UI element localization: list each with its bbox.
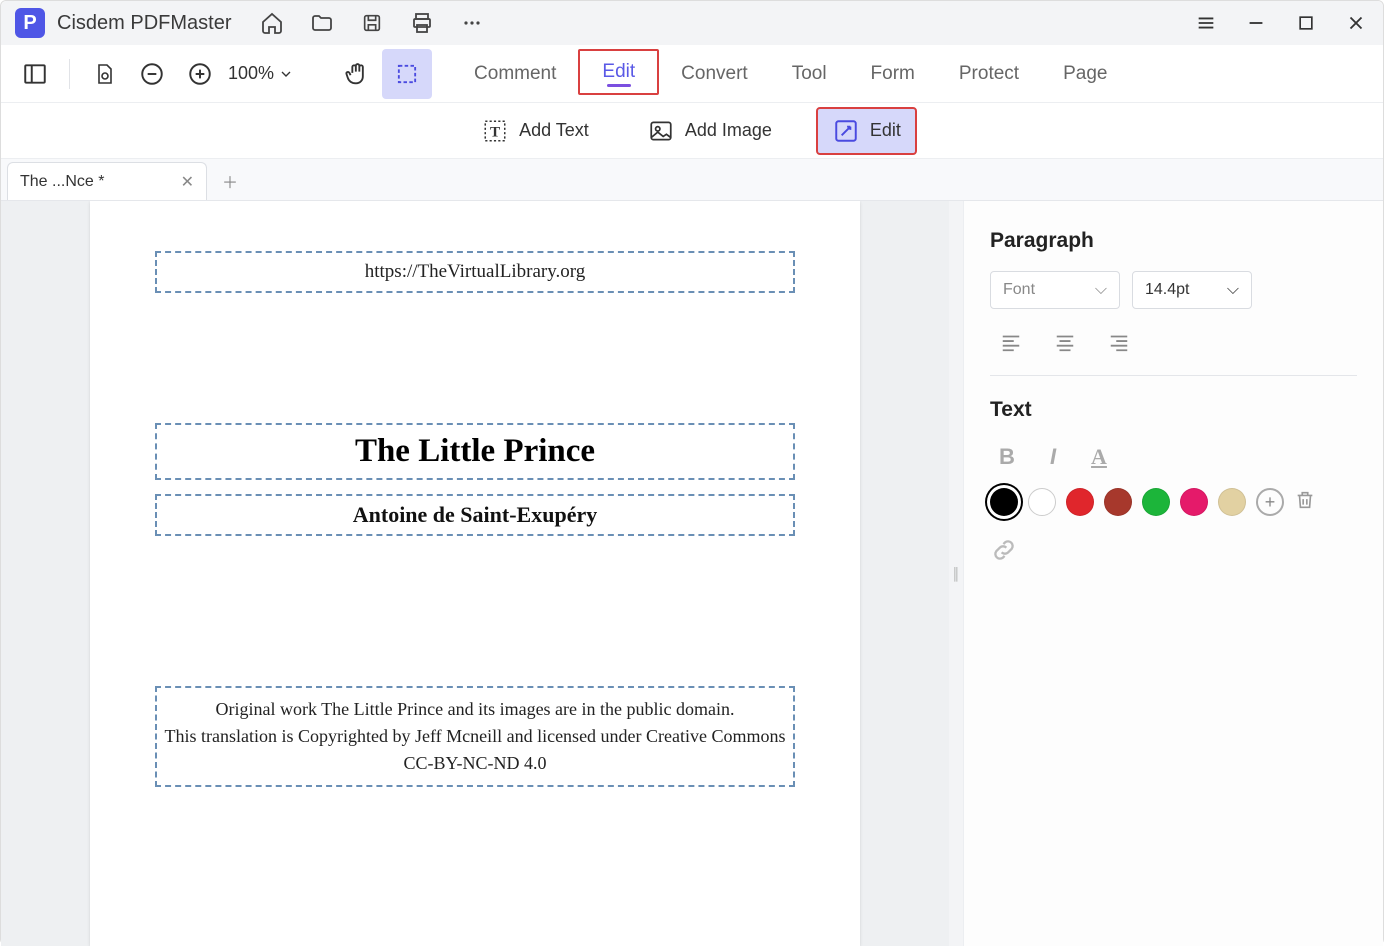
tab-page[interactable]: Page — [1041, 45, 1129, 103]
tab-convert[interactable]: Convert — [659, 45, 770, 103]
splitter-handle[interactable]: ║ — [949, 201, 963, 946]
properties-panel: Paragraph Font ⌵ 14.4pt ⌵ Text — [963, 201, 1383, 946]
more-icon[interactable] — [459, 10, 485, 36]
tab-form[interactable]: Form — [849, 45, 937, 103]
chevron-down-icon: ⌵ — [1227, 281, 1239, 299]
document-tabs: The ...Nce * ✕ ＋ — [1, 159, 1383, 201]
panel-toggle-button[interactable] — [15, 54, 55, 94]
chevron-down-icon — [278, 66, 294, 82]
delete-color-button[interactable] — [1294, 489, 1320, 515]
bold-button[interactable]: B — [990, 440, 1024, 474]
edit-label: Edit — [870, 120, 901, 141]
tab-comment[interactable]: Comment — [452, 45, 578, 103]
link-button[interactable] — [990, 536, 1022, 568]
font-size-dropdown[interactable]: 14.4pt ⌵ — [1132, 271, 1252, 309]
italic-button[interactable]: I — [1036, 440, 1070, 474]
minimize-button[interactable] — [1243, 10, 1269, 36]
text-box-footer[interactable]: Original work The Little Prince and its … — [155, 686, 795, 787]
color-swatch-maroon[interactable] — [1104, 488, 1132, 516]
zoom-out-button[interactable] — [132, 54, 172, 94]
close-button[interactable] — [1343, 10, 1369, 36]
main-toolbar: 100% Comment Edit Convert Tool Form Prot… — [1, 45, 1383, 103]
svg-text:T: T — [490, 123, 500, 140]
app-logo: P — [15, 8, 45, 38]
font-placeholder: Font — [1003, 281, 1035, 299]
separator — [69, 59, 70, 89]
page-settings-button[interactable] — [84, 54, 124, 94]
pdf-page[interactable]: https://TheVirtualLibrary.org The Little… — [90, 201, 860, 946]
color-swatch-black[interactable] — [990, 488, 1018, 516]
color-swatch-green[interactable] — [1142, 488, 1170, 516]
color-swatch-white[interactable] — [1028, 488, 1056, 516]
maximize-button[interactable] — [1293, 10, 1319, 36]
workspace: https://TheVirtualLibrary.org The Little… — [1, 201, 1383, 946]
align-left-button[interactable] — [990, 323, 1032, 361]
edit-icon — [832, 117, 860, 145]
tab-protect[interactable]: Protect — [937, 45, 1041, 103]
text-box-author[interactable]: Antoine de Saint-Exupéry — [155, 494, 795, 536]
close-tab-icon[interactable]: ✕ — [181, 172, 194, 192]
add-image-button[interactable]: Add Image — [633, 109, 786, 153]
zoom-in-button[interactable] — [180, 54, 220, 94]
add-text-button[interactable]: T Add Text — [467, 109, 603, 153]
titlebar: P Cisdem PDFMaster — [1, 1, 1383, 45]
add-text-icon: T — [481, 117, 509, 145]
print-icon[interactable] — [409, 10, 435, 36]
hand-tool-button[interactable] — [332, 49, 382, 99]
add-text-label: Add Text — [519, 120, 589, 141]
zoom-dropdown[interactable]: 100% — [228, 63, 294, 84]
new-tab-button[interactable]: ＋ — [215, 166, 245, 196]
zoom-value: 100% — [228, 63, 274, 84]
font-size-value: 14.4pt — [1145, 281, 1189, 299]
paragraph-heading: Paragraph — [990, 229, 1357, 253]
document-tab-label: The ...Nce * — [20, 173, 104, 191]
save-icon[interactable] — [359, 10, 385, 36]
text-heading: Text — [990, 398, 1357, 422]
app-title: Cisdem PDFMaster — [57, 12, 231, 35]
hamburger-icon[interactable] — [1193, 10, 1219, 36]
underline-button[interactable]: A — [1082, 440, 1116, 474]
align-right-button[interactable] — [1098, 323, 1140, 361]
color-swatch-pink[interactable] — [1180, 488, 1208, 516]
edit-sub-toolbar: T Add Text Add Image Edit — [1, 103, 1383, 159]
chevron-down-icon: ⌵ — [1095, 281, 1107, 299]
canvas[interactable]: https://TheVirtualLibrary.org The Little… — [1, 201, 949, 946]
document-tab[interactable]: The ...Nce * ✕ — [7, 162, 207, 200]
font-dropdown[interactable]: Font ⌵ — [990, 271, 1120, 309]
text-box-title[interactable]: The Little Prince — [155, 423, 795, 480]
edit-button[interactable]: Edit — [816, 107, 917, 155]
align-center-button[interactable] — [1044, 323, 1086, 361]
color-swatch-tan[interactable] — [1218, 488, 1246, 516]
color-swatch-red[interactable] — [1066, 488, 1094, 516]
add-image-icon — [647, 117, 675, 145]
home-icon[interactable] — [259, 10, 285, 36]
select-tool-button[interactable] — [382, 49, 432, 99]
divider — [990, 375, 1357, 376]
add-color-button[interactable]: + — [1256, 488, 1284, 516]
tab-tool[interactable]: Tool — [770, 45, 849, 103]
tab-edit[interactable]: Edit — [578, 49, 659, 95]
open-folder-icon[interactable] — [309, 10, 335, 36]
add-image-label: Add Image — [685, 120, 772, 141]
text-box-url[interactable]: https://TheVirtualLibrary.org — [155, 251, 795, 293]
